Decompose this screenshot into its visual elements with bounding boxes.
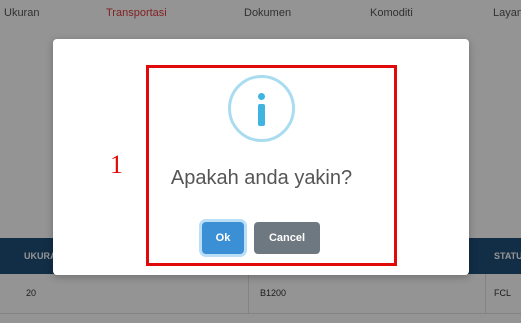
annotation-marker: 1 [110,150,123,179]
annotation-highlight-box [146,65,397,266]
